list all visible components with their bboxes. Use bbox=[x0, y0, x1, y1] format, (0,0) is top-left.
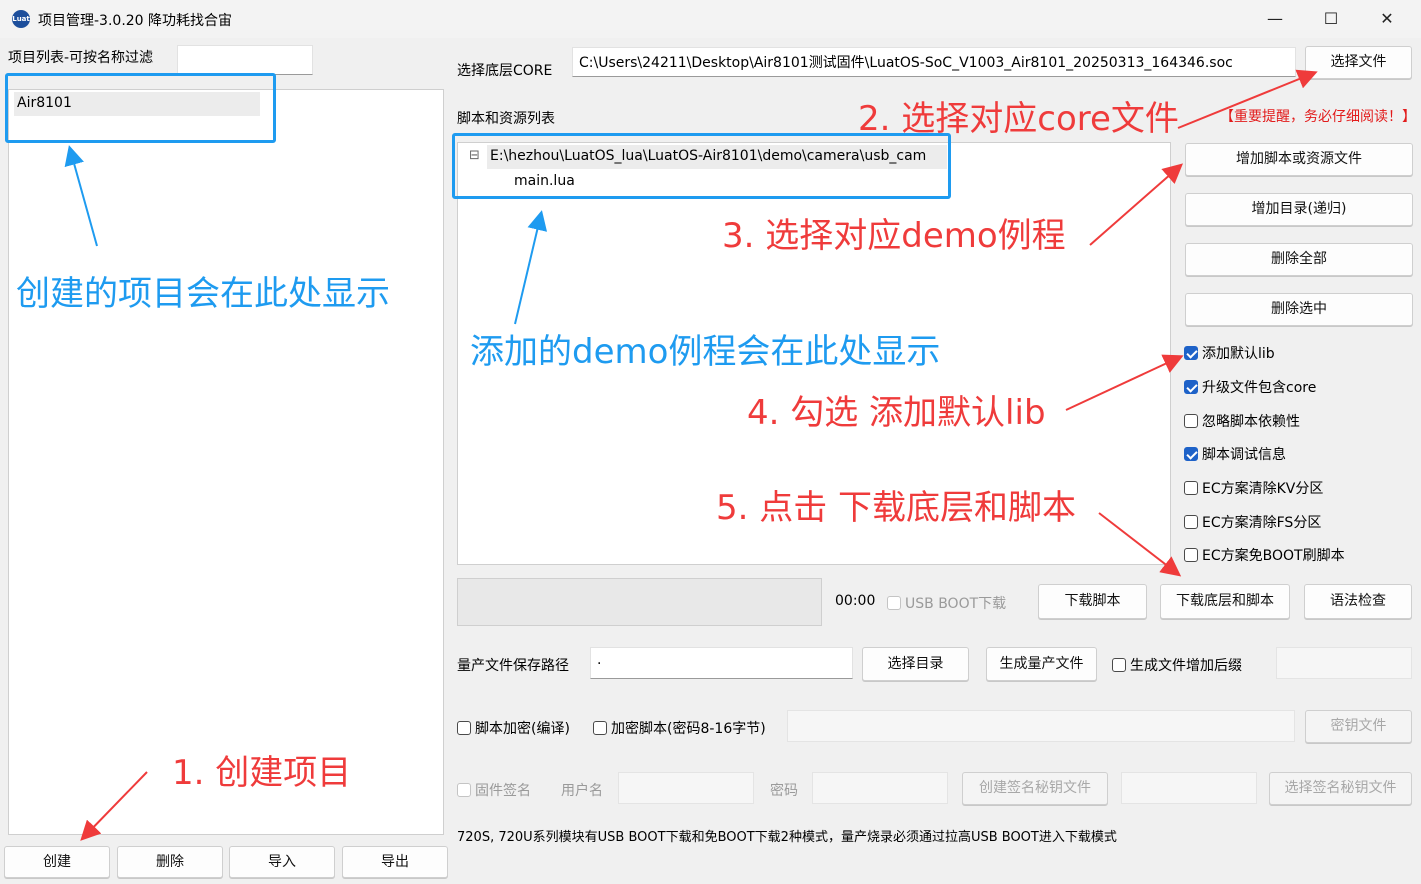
password-input[interactable] bbox=[812, 772, 948, 804]
option-ignore-dependency[interactable]: 忽略脚本依赖性 bbox=[1184, 411, 1300, 431]
select-sign-key-button[interactable]: 选择签名秘钥文件 bbox=[1269, 772, 1412, 805]
encrypt-script-option[interactable]: 加密脚本(密码8-16字节) bbox=[593, 718, 766, 738]
create-sign-key-button[interactable]: 创建签名秘钥文件 bbox=[962, 772, 1108, 805]
option-debug-info[interactable]: 脚本调试信息 bbox=[1184, 444, 1286, 464]
option-clear-fs[interactable]: EC方案清除FS分区 bbox=[1184, 512, 1321, 532]
firmware-sign-option[interactable]: 固件签名 bbox=[457, 780, 531, 800]
option-label: USB BOOT下载 bbox=[905, 596, 1007, 612]
checkbox-icon[interactable] bbox=[1184, 481, 1198, 495]
annotation-demo-shown: 添加的demo例程会在此处显示 bbox=[470, 332, 941, 372]
project-highlight-box bbox=[5, 73, 276, 143]
export-button[interactable]: 导出 bbox=[342, 846, 448, 878]
select-directory-button[interactable]: 选择目录 bbox=[862, 647, 969, 681]
generate-mass-file-button[interactable]: 生成量产文件 bbox=[986, 647, 1097, 681]
sign-key-path-input[interactable] bbox=[1121, 772, 1257, 804]
username-label: 用户名 bbox=[561, 783, 603, 799]
option-clear-kv[interactable]: EC方案清除KV分区 bbox=[1184, 478, 1323, 498]
annotation-step5: 5. 点击 下载底层和脚本 bbox=[716, 488, 1077, 528]
delete-selected-button[interactable]: 删除选中 bbox=[1185, 293, 1413, 326]
download-script-button[interactable]: 下载脚本 bbox=[1038, 584, 1147, 619]
core-label: 选择底层CORE bbox=[457, 63, 553, 79]
password-label: 密码 bbox=[770, 783, 798, 799]
checkbox-icon[interactable] bbox=[1112, 658, 1126, 672]
syntax-check-button[interactable]: 语法检查 bbox=[1304, 584, 1412, 619]
checkbox-icon[interactable] bbox=[1184, 515, 1198, 529]
download-core-and-script-button[interactable]: 下载底层和脚本 bbox=[1160, 584, 1290, 619]
app-logo-icon: Luat bbox=[12, 10, 30, 28]
option-label: EC方案免BOOT刷脚本 bbox=[1202, 548, 1345, 564]
option-label: EC方案清除FS分区 bbox=[1202, 515, 1322, 531]
checkbox-checked-icon[interactable] bbox=[1184, 447, 1198, 461]
option-label: 加密脚本(密码8-16字节) bbox=[611, 721, 766, 737]
import-button[interactable]: 导入 bbox=[229, 846, 335, 878]
delete-all-button[interactable]: 删除全部 bbox=[1185, 243, 1413, 276]
important-warning-link[interactable]: 【重要提醒，务必仔细阅读！】 bbox=[1220, 106, 1416, 126]
annotation-step3: 3. 选择对应demo例程 bbox=[722, 216, 1066, 256]
option-label: EC方案清除KV分区 bbox=[1202, 481, 1324, 497]
project-list[interactable] bbox=[8, 89, 444, 835]
option-label: 忽略脚本依赖性 bbox=[1202, 414, 1300, 430]
mass-path-input[interactable]: . bbox=[590, 647, 853, 679]
demo-highlight-box bbox=[452, 133, 951, 199]
minimize-button[interactable]: — bbox=[1247, 0, 1303, 38]
checkbox-icon[interactable] bbox=[1184, 548, 1198, 562]
project-filter-label: 项目列表-可按名称过滤 bbox=[8, 50, 154, 66]
annotation-step1: 1. 创建项目 bbox=[172, 753, 352, 793]
suffix-input[interactable] bbox=[1276, 647, 1412, 679]
checkbox-checked-icon[interactable] bbox=[1184, 380, 1198, 394]
option-label: 添加默认lib bbox=[1202, 346, 1275, 362]
progress-bar bbox=[457, 578, 822, 626]
checkbox-icon[interactable] bbox=[457, 783, 471, 797]
option-add-default-lib[interactable]: 添加默认lib bbox=[1184, 343, 1275, 363]
window-title: 项目管理-3.0.20 降功耗找合宙 bbox=[38, 13, 233, 29]
checkbox-icon[interactable] bbox=[887, 596, 901, 610]
username-input[interactable] bbox=[618, 772, 754, 804]
option-label: 固件签名 bbox=[475, 783, 531, 799]
maximize-button[interactable]: ☐ bbox=[1303, 0, 1359, 38]
mass-path-label: 量产文件保存路径 bbox=[457, 658, 569, 674]
option-label: 脚本调试信息 bbox=[1202, 447, 1286, 463]
add-directory-button[interactable]: 增加目录(递归) bbox=[1185, 193, 1413, 226]
script-list-label: 脚本和资源列表 bbox=[457, 111, 555, 127]
annotation-step2: 2. 选择对应core文件 bbox=[858, 99, 1179, 139]
encrypt-key-input[interactable] bbox=[787, 710, 1295, 742]
checkbox-icon[interactable] bbox=[1184, 414, 1198, 428]
close-button[interactable]: ✕ bbox=[1359, 0, 1415, 38]
annotation-project-shown: 创建的项目会在此处显示 bbox=[16, 274, 390, 314]
usb-boot-note: 720S, 720U系列模块有USB BOOT下载和免BOOT下载2种模式，量产… bbox=[457, 830, 1117, 845]
create-button[interactable]: 创建 bbox=[4, 846, 110, 878]
option-label: 升级文件包含core bbox=[1202, 380, 1317, 396]
add-suffix-option[interactable]: 生成文件增加后缀 bbox=[1112, 655, 1242, 675]
delete-button[interactable]: 删除 bbox=[117, 846, 223, 878]
usb-boot-download-option[interactable]: USB BOOT下载 bbox=[887, 593, 1006, 613]
checkbox-icon[interactable] bbox=[593, 721, 607, 735]
annotation-step4: 4. 勾选 添加默认lib bbox=[747, 393, 1046, 433]
option-no-boot-flash[interactable]: EC方案免BOOT刷脚本 bbox=[1184, 545, 1345, 565]
checkbox-checked-icon[interactable] bbox=[1184, 346, 1198, 360]
project-filter-input[interactable] bbox=[177, 45, 313, 75]
core-path-input[interactable]: C:\Users\24211\Desktop\Air8101测试固件\LuatO… bbox=[572, 47, 1296, 77]
option-include-core[interactable]: 升级文件包含core bbox=[1184, 377, 1316, 397]
elapsed-time: 00:00 bbox=[835, 593, 876, 609]
select-core-file-button[interactable]: 选择文件 bbox=[1305, 46, 1412, 79]
option-label: 脚本加密(编译) bbox=[475, 721, 570, 737]
compile-encrypt-option[interactable]: 脚本加密(编译) bbox=[457, 718, 570, 738]
checkbox-icon[interactable] bbox=[457, 721, 471, 735]
key-file-button[interactable]: 密钥文件 bbox=[1305, 710, 1412, 743]
option-label: 生成文件增加后缀 bbox=[1130, 658, 1242, 674]
add-script-file-button[interactable]: 增加脚本或资源文件 bbox=[1185, 143, 1413, 176]
